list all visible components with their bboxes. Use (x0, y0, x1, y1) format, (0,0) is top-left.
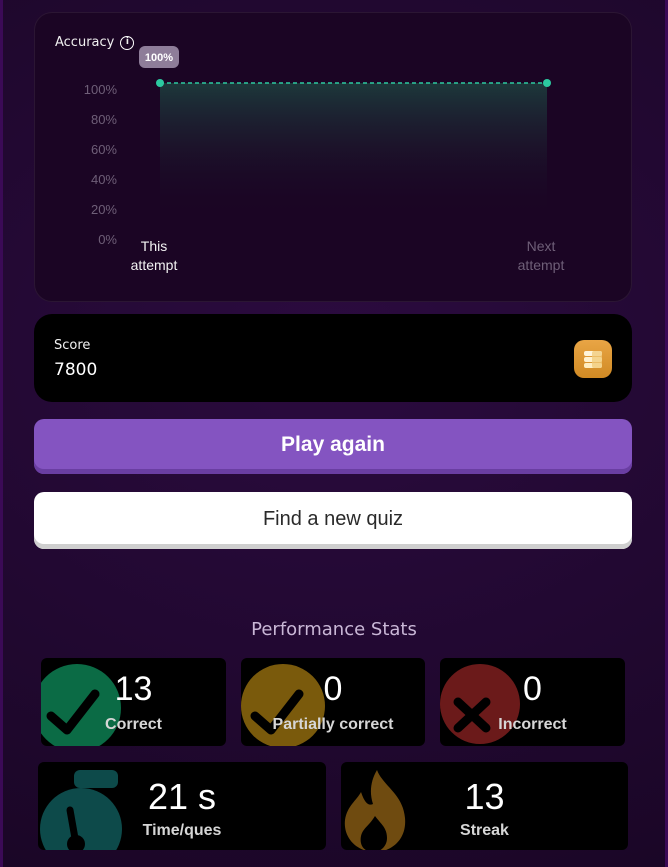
score-label: Score (54, 338, 91, 353)
x-label-this-line2: attempt (131, 257, 178, 273)
stat-label-partially-correct: Partially correct (272, 716, 394, 733)
stat-value-partially-correct: 0 (323, 670, 343, 708)
y-tick-label: 80% (91, 112, 117, 127)
y-tick-label: 0% (98, 232, 117, 247)
stat-value-streak: 13 (464, 776, 505, 817)
stat-value-incorrect: 0 (523, 670, 542, 708)
stat-label-correct: Correct (105, 716, 162, 733)
accuracy-tooltip: 100% (139, 46, 179, 68)
stat-label-streak: Streak (460, 822, 509, 839)
stat-card-partially-correct: 0 Partially correct (241, 658, 425, 746)
performance-stats-title: Performance Stats (251, 619, 417, 640)
x-label-next-line1: Next (527, 238, 556, 254)
y-tick-label: 100% (84, 82, 118, 97)
play-again-button[interactable]: Play again (34, 419, 632, 474)
y-tick-label: 20% (91, 202, 117, 217)
score-value: 7800 (54, 360, 98, 380)
stat-card-incorrect: 0 Incorrect (440, 658, 625, 746)
accuracy-chart: 100% 80% 60% 40% 20% 0% 100% This attemp… (84, 46, 565, 273)
stat-value-correct: 13 (114, 670, 153, 708)
accuracy-point[interactable] (543, 79, 551, 87)
tooltip-text: 100% (145, 52, 173, 64)
x-label-this-line1: This (141, 238, 167, 254)
score-card: Score 7800 (34, 314, 632, 402)
y-tick-label: 60% (91, 142, 117, 157)
stat-label-time-per-question: Time/ques (142, 822, 222, 839)
stat-card-time-per-question: 21 s Time/ques (38, 762, 326, 850)
stat-value-time-per-question: 21 s (147, 776, 217, 817)
x-label-next-line2: attempt (518, 257, 565, 273)
accuracy-card: Accuracy i 100% 80% 60% 40% 20% 0% 100% … (34, 12, 632, 302)
find-new-quiz-button[interactable]: Find a new quiz (34, 492, 632, 549)
accuracy-point[interactable] (156, 79, 164, 87)
coins-button[interactable] (574, 340, 612, 378)
stat-card-correct: 13 Correct (41, 658, 226, 746)
y-tick-label: 40% (91, 172, 117, 187)
stat-card-streak: 13 Streak (341, 762, 628, 850)
stat-label-incorrect: Incorrect (498, 716, 567, 733)
accuracy-area (160, 83, 547, 218)
coins-icon (584, 351, 602, 368)
